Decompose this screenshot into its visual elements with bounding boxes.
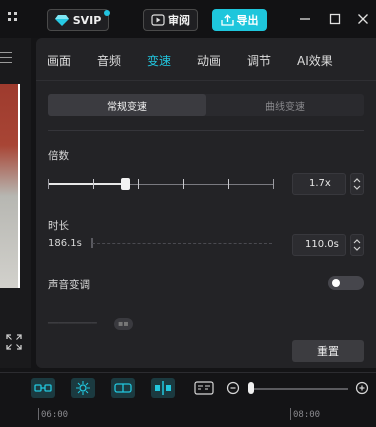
minimize-icon[interactable]: [294, 8, 316, 30]
app-root: SVIP 审阅 导出 画面 音频 变速 动画 调节 AI效果 常规变速 曲线变速…: [0, 0, 376, 427]
properties-panel: 画面 音频 变速 动画 调节 AI效果 常规变速 曲线变速 倍数 1.7x 时长…: [36, 38, 376, 368]
slider-tick: [183, 179, 184, 189]
zoom-slider-handle[interactable]: [248, 382, 254, 394]
toggle-knob: [332, 279, 340, 287]
speed-value: 1.7x: [309, 178, 331, 189]
duration-value: 110.0s: [305, 239, 339, 250]
video-preview[interactable]: [0, 84, 20, 288]
preview-menu-icon[interactable]: [0, 52, 16, 67]
svip-label: SVIP: [72, 13, 102, 27]
timeline-toolbar: 06:00 08:00: [0, 372, 376, 427]
section-divider: [48, 130, 364, 131]
diamond-icon: [54, 14, 69, 26]
tab-picture[interactable]: 画面: [47, 52, 71, 69]
slider-tick: [138, 179, 139, 189]
preview-axis-icon[interactable]: [151, 378, 175, 398]
duration-slider-track[interactable]: [92, 243, 272, 244]
ruler-label: 08:00: [293, 410, 321, 420]
caption-icon[interactable]: [192, 378, 216, 398]
faded-option-badge: ▪▪: [114, 318, 133, 330]
tab-divider: [36, 80, 376, 81]
slider-tick: [93, 179, 94, 189]
toolbar-divider: [0, 372, 376, 373]
slider-tick: [48, 179, 49, 189]
slider-tick: [228, 179, 229, 189]
faded-option-row: ━━━━━━━━━: [48, 319, 97, 329]
auto-snap-icon[interactable]: [71, 378, 95, 398]
reset-label: 重置: [317, 345, 339, 358]
upload-icon: [220, 14, 234, 26]
reset-button[interactable]: 重置: [292, 340, 364, 362]
speed-label: 倍数: [48, 150, 69, 162]
speed-mode-switch: 常规变速 曲线变速: [48, 94, 364, 116]
stepper-arrows-icon: [353, 239, 361, 251]
close-icon[interactable]: [352, 8, 374, 30]
export-label: 导出: [236, 14, 259, 27]
pitch-change-toggle[interactable]: [328, 276, 364, 290]
zoom-in-icon[interactable]: [350, 378, 374, 398]
speed-slider-fill: [48, 183, 125, 185]
tab-speed[interactable]: 变速: [147, 52, 171, 69]
speed-stepper[interactable]: [350, 173, 364, 195]
tab-audio[interactable]: 音频: [97, 52, 121, 69]
top-bar: SVIP 审阅 导出: [0, 0, 376, 38]
zoom-slider-track[interactable]: [250, 388, 348, 390]
mode-curve-speed[interactable]: 曲线变速: [206, 94, 364, 116]
notification-dot: [104, 10, 110, 16]
tab-ai-effects[interactable]: AI效果: [297, 52, 333, 69]
mode-normal-speed[interactable]: 常规变速: [48, 94, 206, 116]
review-label: 审阅: [168, 14, 190, 27]
more-menu-icon[interactable]: [6, 8, 30, 30]
ruler-major-tick: [290, 408, 291, 420]
maximize-icon[interactable]: [324, 8, 346, 30]
linkage-icon[interactable]: [111, 378, 135, 398]
review-button[interactable]: 审阅: [143, 9, 198, 31]
export-button[interactable]: 导出: [212, 9, 267, 31]
link-clips-icon[interactable]: [31, 378, 55, 398]
zoom-out-icon[interactable]: [221, 378, 245, 398]
original-duration: 186.1s: [48, 238, 82, 249]
ruler-label: 06:00: [41, 410, 69, 420]
timeline-ruler[interactable]: 06:00 08:00: [0, 408, 376, 427]
slider-tick: [273, 179, 274, 189]
stepper-arrows-icon: [353, 178, 361, 190]
tab-adjust[interactable]: 调节: [247, 52, 271, 69]
tab-bar: 画面 音频 变速 动画 调节 AI效果: [36, 38, 376, 80]
duration-value-input[interactable]: 110.0s: [292, 234, 346, 256]
review-icon: [151, 14, 165, 26]
speed-value-input[interactable]: 1.7x: [292, 173, 346, 195]
duration-label: 时长: [48, 220, 69, 232]
preview-panel: [0, 38, 31, 368]
duration-stepper[interactable]: [350, 234, 364, 256]
ruler-major-tick: [38, 408, 39, 420]
speed-slider-handle[interactable]: [120, 178, 130, 190]
fullscreen-icon[interactable]: [6, 334, 22, 350]
tab-animation[interactable]: 动画: [197, 52, 221, 69]
svip-button[interactable]: SVIP: [47, 9, 109, 31]
pitch-change-label: 声音变调: [48, 279, 90, 291]
